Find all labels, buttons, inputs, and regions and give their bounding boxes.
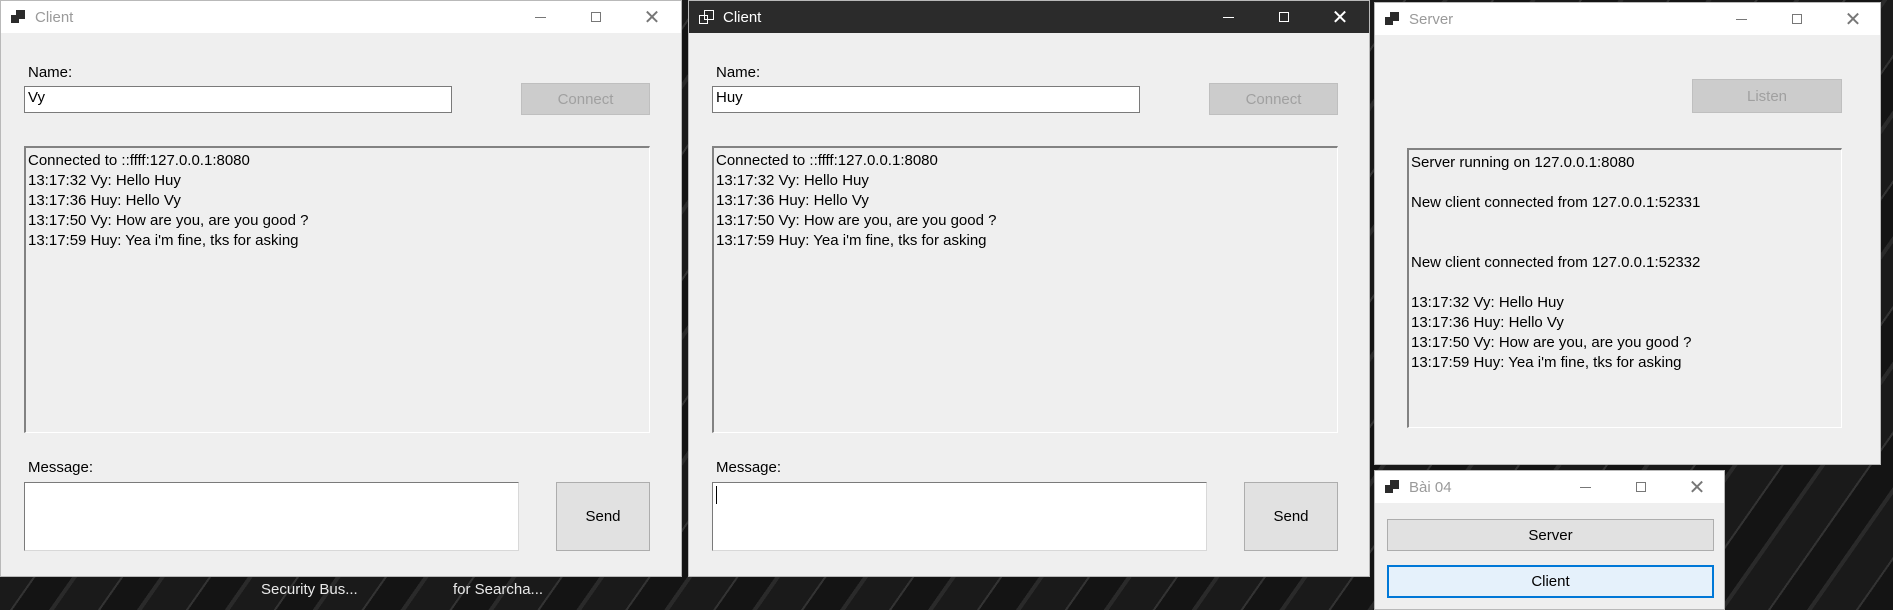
server-button[interactable]: Server: [1387, 519, 1714, 551]
title-bar[interactable]: Bài 04 ✕: [1375, 471, 1724, 503]
close-icon[interactable]: ✕: [1674, 471, 1720, 503]
name-label: Name:: [716, 64, 761, 81]
connect-button[interactable]: Connect: [521, 83, 650, 115]
chat-log-line: 13:17:36 Huy: Hello Vy: [28, 192, 181, 209]
server-log-line: [1411, 233, 1839, 253]
server-log-line: New client connected from 127.0.0.1:5233…: [1411, 194, 1701, 211]
chat-log-line: Connected to ::ffff:127.0.0.1:8080: [716, 152, 938, 169]
title-bar[interactable]: Client ✕: [1, 1, 681, 33]
chat-log-line: 13:17:50 Vy: How are you, are you good ?: [716, 212, 997, 229]
server-log-line: [1411, 173, 1839, 193]
message-label: Message:: [28, 459, 94, 476]
server-log-line: [1411, 213, 1839, 233]
message-input[interactable]: [712, 482, 1207, 551]
listen-button[interactable]: Listen: [1692, 79, 1842, 113]
server-log-line: 13:17:36 Huy: Hello Vy: [1411, 314, 1564, 331]
minimize-icon[interactable]: [1562, 471, 1608, 503]
chat-log-line: 13:17:32 Vy: Hello Huy: [28, 172, 181, 189]
name-input[interactable]: Huy: [712, 86, 1140, 113]
desktop-item-security[interactable]: Security Bus...: [261, 581, 358, 598]
chat-log-line: 13:17:59 Huy: Yea i'm fine, tks for aski…: [28, 232, 299, 249]
send-button[interactable]: Send: [556, 482, 650, 551]
server-log-line: 13:17:32 Vy: Hello Huy: [1411, 294, 1564, 311]
app-icon: [1385, 12, 1401, 26]
close-icon[interactable]: ✕: [1830, 3, 1876, 35]
client-window-huy: Client ✕ Name: Huy Connect Connected to …: [688, 0, 1370, 577]
app-icon: [11, 10, 27, 24]
connect-button[interactable]: Connect: [1209, 83, 1338, 115]
chat-log-line: Connected to ::ffff:127.0.0.1:8080: [28, 152, 250, 169]
window-title: Client: [723, 9, 762, 26]
chat-log-line: 13:17:50 Vy: How are you, are you good ?: [28, 212, 309, 229]
chat-log-line: 13:17:32 Vy: Hello Huy: [716, 172, 869, 189]
close-icon[interactable]: ✕: [1317, 1, 1363, 33]
message-label: Message:: [716, 459, 782, 476]
window-title: Server: [1409, 11, 1454, 28]
message-input[interactable]: [24, 482, 519, 551]
minimize-icon[interactable]: [1718, 3, 1764, 35]
title-bar[interactable]: Server ✕: [1375, 3, 1880, 35]
maximize-icon[interactable]: [1774, 3, 1820, 35]
text-caret: [716, 486, 717, 504]
minimize-icon[interactable]: [517, 1, 563, 33]
server-log[interactable]: Server running on 127.0.0.1:8080 New cli…: [1407, 148, 1842, 428]
chat-log-line: 13:17:36 Huy: Hello Vy: [716, 192, 869, 209]
maximize-icon[interactable]: [573, 1, 619, 33]
server-log-line: 13:17:50 Vy: How are you, are you good ?: [1411, 334, 1692, 351]
chat-log-line: 13:17:59 Huy: Yea i'm fine, tks for aski…: [716, 232, 987, 249]
launcher-window: Bài 04 ✕ Server Client: [1374, 470, 1725, 610]
app-icon: [1385, 480, 1401, 494]
server-window: Server ✕ Listen Server running on 127.0.…: [1374, 2, 1881, 465]
title-bar[interactable]: Client ✕: [689, 1, 1369, 33]
minimize-icon[interactable]: [1205, 1, 1251, 33]
server-log-line: [1411, 273, 1839, 293]
server-log-line: 13:17:59 Huy: Yea i'm fine, tks for aski…: [1411, 354, 1682, 371]
maximize-icon[interactable]: [1261, 1, 1307, 33]
server-log-line: New client connected from 127.0.0.1:5233…: [1411, 254, 1701, 271]
maximize-icon[interactable]: [1618, 471, 1664, 503]
chat-log[interactable]: Connected to ::ffff:127.0.0.1:8080 13:17…: [24, 146, 650, 433]
client-button[interactable]: Client: [1387, 565, 1714, 598]
window-title: Client: [35, 9, 74, 26]
close-icon[interactable]: ✕: [629, 1, 675, 33]
name-label: Name:: [28, 64, 73, 81]
name-input[interactable]: Vy: [24, 86, 452, 113]
desktop-item-search[interactable]: for Searcha...: [453, 581, 543, 598]
app-icon: [699, 10, 715, 24]
window-title: Bài 04: [1409, 479, 1452, 496]
server-log-line: Server running on 127.0.0.1:8080: [1411, 154, 1635, 171]
client-window-vy: Client ✕ Name: Vy Connect Connected to :…: [0, 0, 682, 577]
chat-log[interactable]: Connected to ::ffff:127.0.0.1:8080 13:17…: [712, 146, 1338, 433]
send-button[interactable]: Send: [1244, 482, 1338, 551]
